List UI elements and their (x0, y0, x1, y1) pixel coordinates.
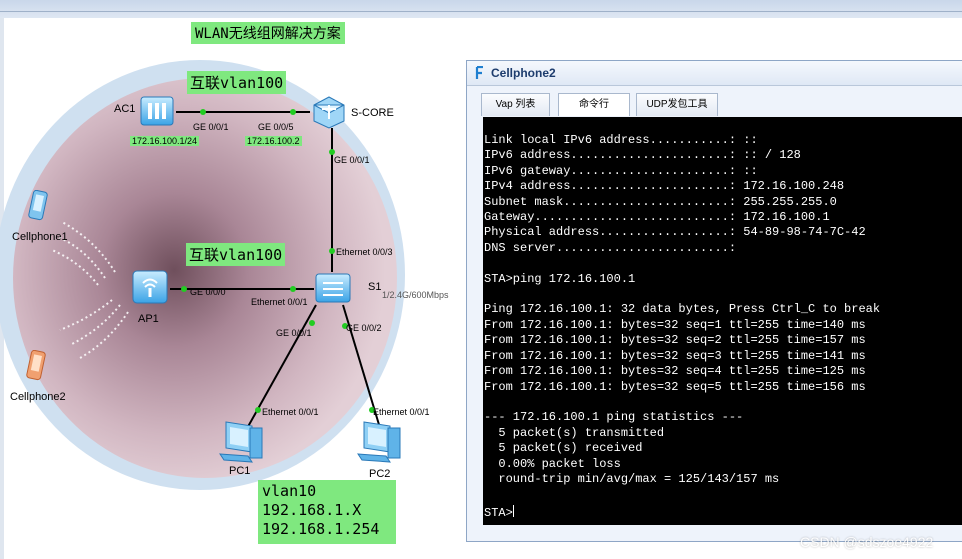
vlan-info-box: vlan10 192.168.1.X 192.168.1.254 (258, 480, 396, 544)
console-line: 0.00% packet loss (484, 456, 621, 471)
tab-vap-list[interactable]: Vap 列表 (481, 93, 550, 116)
interconnect-label-mid: 互联vlan100 (186, 243, 286, 266)
console-line: 5 packet(s) received (484, 441, 643, 456)
pc2-computer-icon[interactable] (354, 418, 404, 464)
vlan-subnet: 192.168.1.X (262, 501, 362, 519)
diagram-title: WLAN无线组网解决方案 (191, 22, 345, 44)
console-line: IPv6 gateway......................: :: (484, 163, 758, 178)
port-s1-ge001: GE 0/0/1 (276, 328, 312, 338)
port-score-ge001: GE 0/0/1 (334, 155, 370, 165)
tab-udp-tool[interactable]: UDP发包工具 (636, 93, 718, 116)
tab-command-line[interactable]: 命令行 (558, 93, 630, 116)
port-pc1-eth001: Ethernet 0/0/1 (262, 407, 319, 417)
cellphone2-icon[interactable] (26, 350, 48, 384)
score-ip-label: 172.16.100.2 (245, 136, 302, 146)
port-ap1-ge000: GE 0/0/0 (190, 287, 226, 297)
console-prompt[interactable]: STA> (484, 505, 514, 521)
console-line: From 172.16.100.1: bytes=32 seq=3 ttl=25… (484, 348, 866, 363)
ac1-device-icon[interactable] (140, 96, 174, 126)
cellphone1-icon[interactable] (28, 190, 50, 224)
ap1-label: AP1 (138, 313, 159, 325)
score-switch-icon[interactable] (310, 95, 348, 129)
port-ac1-ge001: GE 0/0/1 (193, 122, 229, 132)
csdn-watermark: CSDN @sdszoe4922 (800, 534, 934, 550)
ac1-label: AC1 (114, 103, 136, 115)
cellphone2-label: Cellphone2 (10, 391, 66, 403)
phone-app-icon (475, 66, 483, 79)
console-line: IPv6 address......................: :: /… (484, 148, 801, 163)
port-s1-eth001: Ethernet 0/0/1 (251, 297, 308, 307)
cellphone1-label: Cellphone1 (12, 231, 68, 243)
console-line: From 172.16.100.1: bytes=32 seq=1 ttl=25… (484, 317, 866, 332)
console-line: DNS server........................: (484, 240, 737, 255)
link-speed-label: 1/2.4G/600Mbps (382, 290, 449, 300)
port-pc2-eth001: Ethernet 0/0/1 (373, 407, 430, 417)
s1-label: S1 (368, 281, 382, 293)
console-line: Physical address..................: 54-8… (484, 225, 866, 240)
interconnect-label-top: 互联vlan100 (187, 71, 287, 94)
console-line: Ping 172.16.100.1: 32 data bytes, Press … (484, 302, 881, 317)
ac1-ip-label: 172.16.100.1/24 (130, 136, 200, 146)
console-line: From 172.16.100.1: bytes=32 seq=4 ttl=25… (484, 364, 866, 379)
s1-switch-icon[interactable] (314, 270, 352, 306)
port-s1-ge002: GE 0/0/2 (346, 323, 382, 333)
port-score-ge005: GE 0/0/5 (258, 122, 294, 132)
prompt-text: STA> (484, 506, 513, 520)
pc1-computer-icon[interactable] (216, 418, 266, 464)
console-line: Link local IPv6 address...........: :: (484, 133, 758, 147)
window-title: Cellphone2 (491, 66, 556, 80)
cellphone2-window: Cellphone2 Vap 列表 命令行 UDP发包工具 Link local… (466, 60, 962, 542)
vlan-gateway: 192.168.1.254 (262, 520, 380, 538)
ap1-access-point-icon[interactable] (130, 268, 170, 306)
vlan-name: vlan10 (262, 482, 317, 500)
port-s1-eth003: Ethernet 0/0/3 (336, 247, 393, 257)
console-line: 5 packet(s) transmitted (484, 425, 665, 440)
window-title-bar[interactable]: Cellphone2 (467, 61, 962, 86)
console-line: Subnet mask.......................: 255.… (484, 194, 837, 209)
text-cursor (512, 505, 514, 517)
console-line: STA>ping 172.16.100.1 (484, 271, 636, 286)
score-label: S-CORE (351, 107, 394, 119)
console-line: round-trip min/avg/max = 125/143/157 ms (484, 471, 780, 486)
command-console[interactable]: Link local IPv6 address...........: :: IP… (483, 117, 962, 525)
pc1-label: PC1 (229, 465, 251, 477)
console-line: From 172.16.100.1: bytes=32 seq=2 ttl=25… (484, 333, 866, 348)
pc2-label: PC2 (369, 468, 391, 480)
console-line: IPv4 address......................: 172.… (484, 179, 845, 194)
console-line: Gateway...........................: 172.… (484, 210, 830, 225)
console-line: --- 172.16.100.1 ping statistics --- (484, 410, 744, 425)
console-output: Link local IPv6 address...........: :: IP… (484, 133, 880, 487)
console-line: From 172.16.100.1: bytes=32 seq=5 ttl=25… (484, 379, 866, 394)
